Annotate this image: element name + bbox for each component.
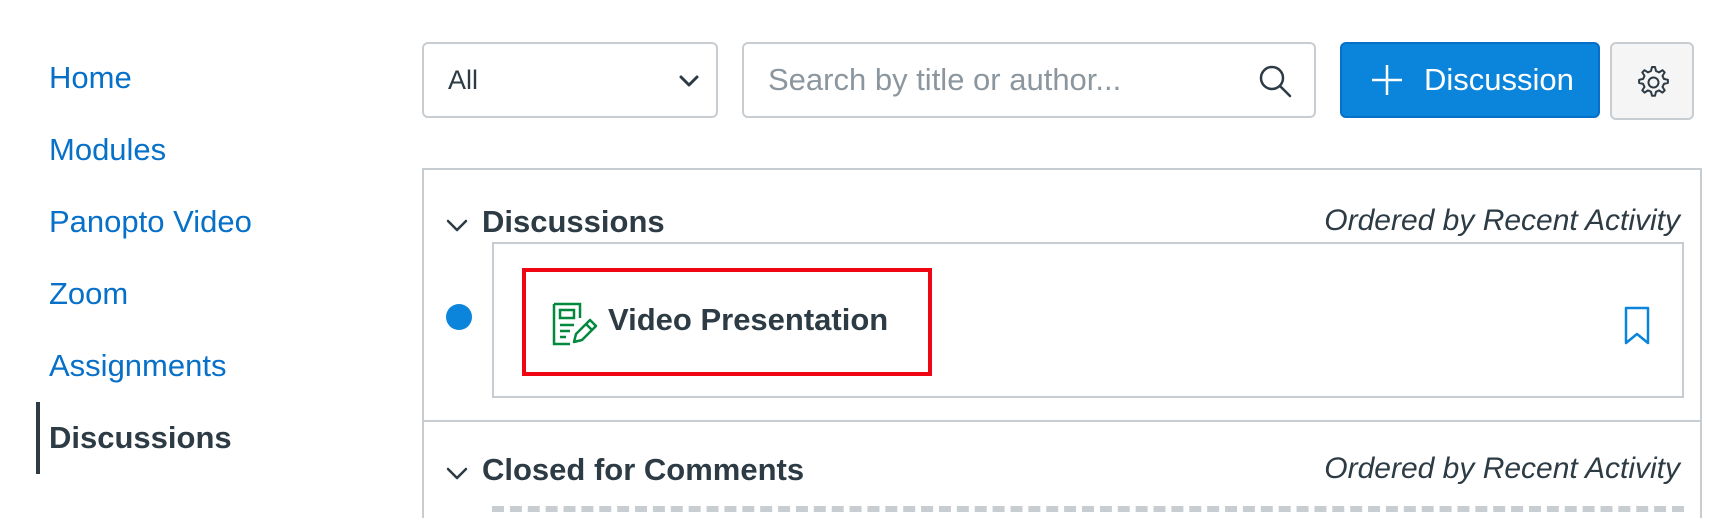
sort-order-label: Ordered by Recent Activity xyxy=(1324,452,1680,485)
chevron-down-icon[interactable] xyxy=(444,460,470,486)
filter-selected-value: All xyxy=(448,64,479,95)
gear-icon xyxy=(1638,66,1669,97)
nav-item-modules[interactable]: Modules xyxy=(49,130,166,170)
search-box xyxy=(742,42,1316,118)
section-title[interactable]: Closed for Comments xyxy=(482,452,804,488)
section-title[interactable]: Discussions xyxy=(482,204,665,240)
chevron-down-icon xyxy=(679,75,699,87)
plus-icon xyxy=(1372,65,1402,95)
search-icon[interactable] xyxy=(1258,64,1292,98)
nav-item-panopto-video[interactable]: Panopto Video xyxy=(49,202,252,242)
discussion-edit-icon xyxy=(552,302,598,346)
discussion-settings-button[interactable] xyxy=(1610,42,1694,120)
section-divider xyxy=(424,420,1700,422)
add-discussion-label: Discussion xyxy=(1424,62,1574,97)
active-nav-indicator xyxy=(36,402,40,474)
nav-item-zoom[interactable]: Zoom xyxy=(49,274,128,314)
nav-item-discussions[interactable]: Discussions xyxy=(49,418,232,458)
discussion-title-link[interactable]: Video Presentation xyxy=(608,302,888,338)
empty-drop-zone xyxy=(492,506,1684,526)
chevron-down-icon[interactable] xyxy=(444,212,470,238)
section-header-closed-for-comments: Closed for Comments Ordered by Recent Ac… xyxy=(424,440,1700,500)
search-input[interactable] xyxy=(766,56,1246,104)
nav-item-assignments[interactable]: Assignments xyxy=(49,346,226,386)
nav-item-home[interactable]: Home xyxy=(49,58,132,98)
unread-indicator xyxy=(446,304,472,330)
course-navigation: Home Modules Panopto Video Zoom Assignme… xyxy=(0,0,400,506)
sort-order-label: Ordered by Recent Activity xyxy=(1324,204,1680,237)
discussions-panel: Discussions Ordered by Recent Activity V… xyxy=(422,168,1702,518)
discussion-row[interactable]: Video Presentation xyxy=(492,242,1684,398)
bookmark-icon[interactable] xyxy=(1622,306,1652,346)
add-discussion-button[interactable]: Discussion xyxy=(1340,42,1600,118)
discussion-filter-select[interactable]: All xyxy=(422,42,718,118)
